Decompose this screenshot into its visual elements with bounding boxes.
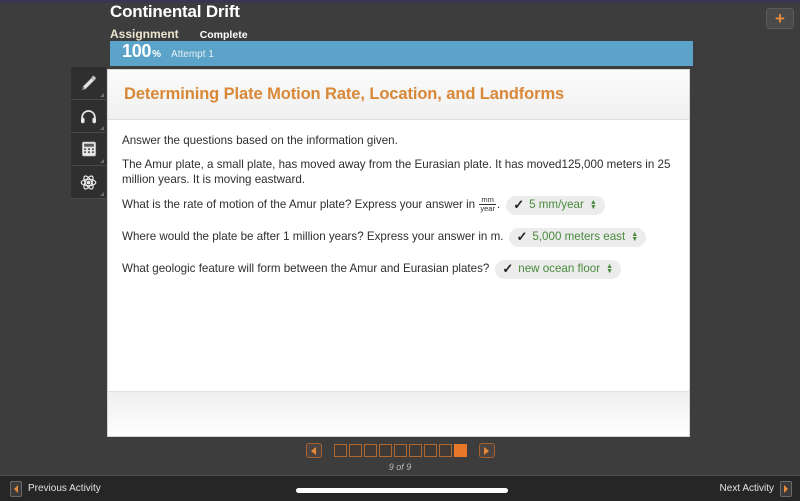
question-prompt: What geologic feature will form between … [122,262,490,276]
fraction-numerator: mm [481,194,494,204]
question-row: What is the rate of motion of the Amur p… [122,194,675,215]
score-percent: 100 [122,41,152,61]
card-header: Determining Plate Motion Rate, Location,… [108,70,689,120]
answer-dropdown[interactable]: ✓ new ocean floor ▲ ▼ [495,259,622,279]
question-row: Where would the plate be after 1 million… [122,227,675,247]
unit-fraction: mm year [479,194,496,213]
question-prompt: Where would the plate be after 1 million… [122,230,504,244]
status-badge: Complete [199,29,248,41]
annotate-tool[interactable] [71,67,106,100]
header-meta: Assignment Complete [110,27,248,41]
activity-title: Determining Plate Motion Rate, Location,… [124,85,565,103]
atom-icon [79,173,98,192]
page-counter: 9 of 9 [388,462,412,472]
pencil-icon [79,74,98,93]
page-square-9[interactable] [453,444,467,457]
horizontal-scrollbar[interactable] [296,488,508,493]
bottom-activity-bar: Previous Activity Next Activity [0,475,800,501]
attempt-label: Attempt 1 [171,49,214,60]
checkmark-icon: ✓ [502,261,514,276]
checkmark-icon: ✓ [516,229,528,244]
passage-text: The Amur plate, a small plate, has moved… [122,157,671,187]
page-square-5[interactable] [393,444,407,457]
application-window: + Continental Drift Assignment Complete … [0,0,800,501]
calculator-tool[interactable] [71,133,106,166]
answer-value: new ocean floor [518,262,601,276]
previous-activity-label: Previous Activity [28,483,101,494]
answer-value: 5 mm/year [529,198,584,212]
next-activity-button[interactable]: Next Activity [719,480,792,497]
page-square-1[interactable] [333,444,347,457]
answer-dropdown[interactable]: ✓ 5 mm/year ▲ ▼ [506,195,605,215]
pagination: 9 of 9 [0,443,800,472]
triangle-right-icon [484,446,489,455]
page-square-4[interactable] [378,444,392,457]
chevron-updown-icon: ▲ ▼ [606,263,614,275]
card-footer [108,391,689,436]
page-square-3[interactable] [363,444,377,457]
next-arrow-button[interactable] [780,480,792,497]
calculator-icon [80,140,98,158]
audio-tool[interactable] [71,100,106,133]
instruction-text: Answer the questions based on the inform… [122,134,398,147]
question-row: What geologic feature will form between … [122,259,675,279]
previous-activity-button[interactable]: Previous Activity [10,480,101,497]
percent-symbol: % [152,49,162,60]
question-prompt: What is the rate of motion of the Amur p… [122,198,479,212]
chevron-updown-icon: ▲ ▼ [589,199,597,211]
page-title: Continental Drift [110,2,240,21]
headphones-icon [79,107,98,126]
chevron-updown-icon: ▲ ▼ [631,231,639,243]
page-square-2[interactable] [348,444,362,457]
triangle-left-icon [14,484,18,493]
tool-rail [71,67,106,199]
page-square-7[interactable] [423,444,437,457]
header: Continental Drift Assignment Complete [110,0,248,41]
triangle-right-icon [784,484,788,493]
pagination-prev-button[interactable] [305,443,322,458]
pagination-next-button[interactable] [478,443,495,458]
plus-icon: + [775,8,785,28]
question-prompt-suffix: . [496,198,501,212]
fraction-denominator: year [480,203,495,213]
checkmark-icon: ✓ [513,197,525,212]
answer-dropdown[interactable]: ✓ 5,000 meters east ▲ ▼ [509,227,647,247]
add-button[interactable]: + [766,8,794,29]
periodic-table-tool[interactable] [71,166,106,199]
pagination-controls [305,443,495,458]
page-square-6[interactable] [408,444,422,457]
triangle-left-icon [311,446,316,455]
answer-value: 5,000 meters east [532,230,626,244]
content-card: Determining Plate Motion Rate, Location,… [107,69,690,437]
page-squares [333,444,468,457]
prev-arrow-button[interactable] [10,480,22,497]
next-activity-label: Next Activity [719,483,774,494]
score-bar: 100 % Attempt 1 [110,41,693,66]
card-body: Answer the questions based on the inform… [108,120,689,420]
page-square-8[interactable] [438,444,452,457]
assignment-label: Assignment [110,27,179,41]
